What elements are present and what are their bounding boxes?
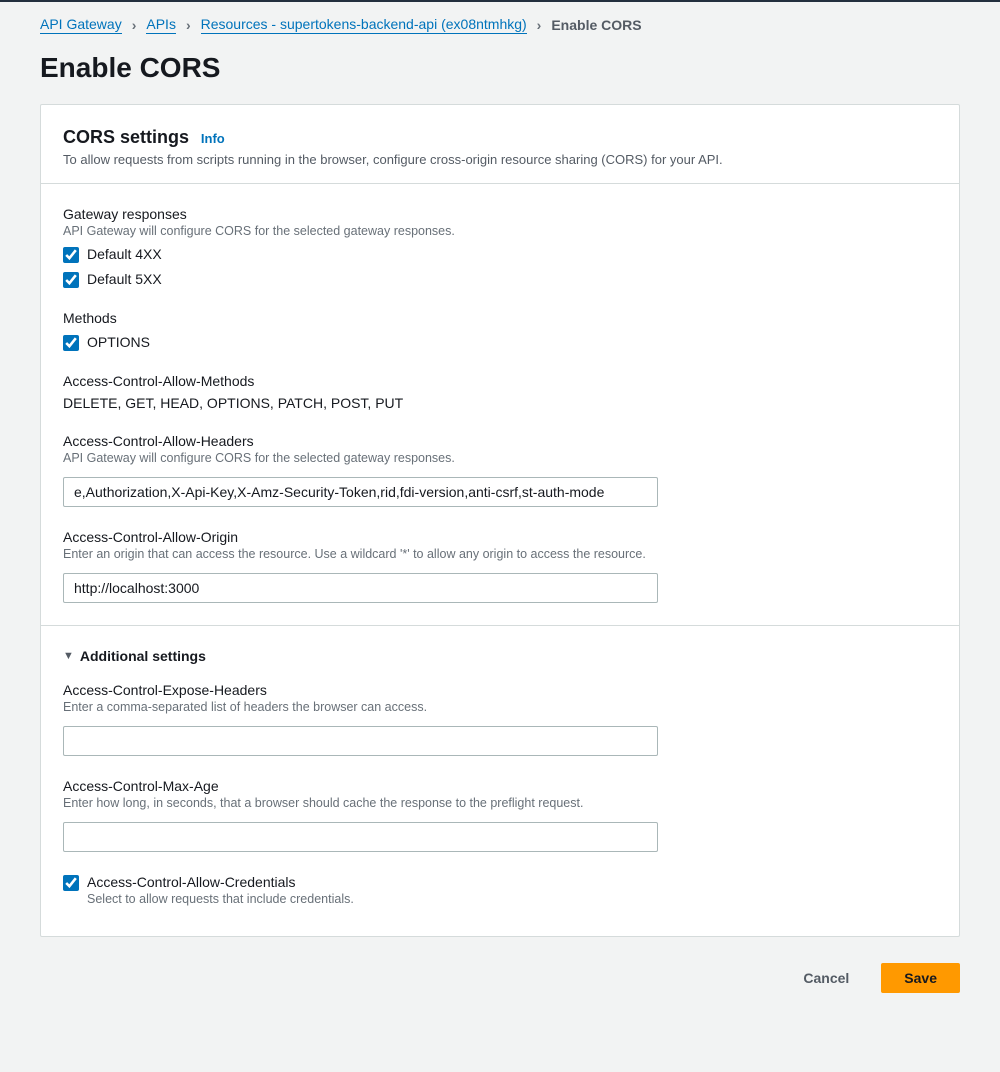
expose-headers-title: Access-Control-Expose-Headers xyxy=(63,682,937,698)
gateway-responses-title: Gateway responses xyxy=(63,206,937,222)
allow-methods-title: Access-Control-Allow-Methods xyxy=(63,373,937,389)
gateway-responses-hint: API Gateway will configure CORS for the … xyxy=(63,224,937,238)
default-5xx-checkbox[interactable] xyxy=(63,272,79,288)
cors-settings-panel: CORS settings Info To allow requests fro… xyxy=(40,104,960,937)
expose-headers-input[interactable] xyxy=(63,726,658,756)
max-age-title: Access-Control-Max-Age xyxy=(63,778,937,794)
breadcrumb: API Gateway › APIs › Resources - superto… xyxy=(0,2,1000,44)
default-5xx-label: Default 5XX xyxy=(87,271,162,287)
breadcrumb-resources[interactable]: Resources - supertokens-backend-api (ex0… xyxy=(201,16,527,34)
max-age-hint: Enter how long, in seconds, that a brows… xyxy=(63,796,937,810)
panel-header: CORS settings Info To allow requests fro… xyxy=(41,105,959,184)
allow-origin-hint: Enter an origin that can access the reso… xyxy=(63,547,937,561)
allow-credentials-label: Access-Control-Allow-Credentials xyxy=(87,874,296,890)
max-age-input[interactable] xyxy=(63,822,658,852)
page-title: Enable CORS xyxy=(0,44,1000,104)
panel-title: CORS settings xyxy=(63,127,189,148)
options-method-checkbox[interactable] xyxy=(63,335,79,351)
save-button[interactable]: Save xyxy=(881,963,960,993)
allow-headers-hint: API Gateway will configure CORS for the … xyxy=(63,451,937,465)
chevron-right-icon: › xyxy=(537,17,542,33)
allow-headers-title: Access-Control-Allow-Headers xyxy=(63,433,937,449)
methods-title: Methods xyxy=(63,310,937,326)
panel-description: To allow requests from scripts running i… xyxy=(63,152,937,167)
caret-down-icon: ▼ xyxy=(63,650,74,662)
chevron-right-icon: › xyxy=(132,17,137,33)
default-4xx-checkbox[interactable] xyxy=(63,247,79,263)
allow-methods-value: DELETE, GET, HEAD, OPTIONS, PATCH, POST,… xyxy=(63,395,937,411)
expose-headers-hint: Enter a comma-separated list of headers … xyxy=(63,700,937,714)
form-actions: Cancel Save xyxy=(0,937,1000,1033)
allow-credentials-checkbox[interactable] xyxy=(63,875,79,891)
additional-settings-label: Additional settings xyxy=(80,648,206,664)
breadcrumb-current: Enable CORS xyxy=(551,17,641,33)
cancel-button[interactable]: Cancel xyxy=(781,963,871,993)
allow-credentials-hint: Select to allow requests that include cr… xyxy=(87,892,354,906)
info-link[interactable]: Info xyxy=(201,131,225,146)
breadcrumb-api-gateway[interactable]: API Gateway xyxy=(40,16,122,34)
default-4xx-label: Default 4XX xyxy=(87,246,162,262)
additional-settings-toggle[interactable]: ▼ Additional settings xyxy=(63,648,937,664)
chevron-right-icon: › xyxy=(186,17,191,33)
allow-origin-title: Access-Control-Allow-Origin xyxy=(63,529,937,545)
options-method-label: OPTIONS xyxy=(87,334,150,350)
allow-origin-input[interactable] xyxy=(63,573,658,603)
allow-headers-input[interactable] xyxy=(63,477,658,507)
breadcrumb-apis[interactable]: APIs xyxy=(146,16,176,34)
